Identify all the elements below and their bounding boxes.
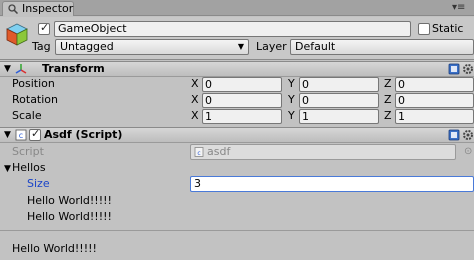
layer-label: Layer <box>256 40 287 53</box>
foldout-down-icon[interactable]: ▼ <box>4 129 14 141</box>
layer-dropdown[interactable]: Default <box>290 39 474 55</box>
panel-menu-icon[interactable]: ▾≡ <box>452 2 466 13</box>
tab-bar: Inspector ▾≡ <box>0 0 474 16</box>
axis-y-label[interactable]: Y <box>288 108 295 124</box>
static-label: Static <box>432 22 464 35</box>
axis-x-label[interactable]: X <box>191 76 199 92</box>
gear-icon[interactable] <box>462 129 474 141</box>
axis-y-label[interactable]: Y <box>288 76 295 92</box>
chevron-down-icon: ▼ <box>237 42 244 51</box>
position-z-field[interactable]: 0 <box>395 77 474 92</box>
script-file-icon: c <box>194 147 204 157</box>
script-component-header[interactable]: ▼ c Asdf (Script) <box>0 127 474 143</box>
name-field[interactable]: GameObject <box>54 21 411 37</box>
axis-z-label[interactable]: Z <box>384 108 392 124</box>
object-picker-icon[interactable]: ⊙ <box>464 146 472 157</box>
help-book-icon[interactable] <box>448 63 460 75</box>
divider <box>0 230 474 231</box>
tag-label: Tag <box>32 40 51 53</box>
svg-text:c: c <box>197 150 200 157</box>
size-field[interactable]: 3 <box>190 176 474 192</box>
transform-title: Transform <box>42 62 105 75</box>
scale-x-field[interactable]: 1 <box>202 109 282 124</box>
rotation-y-field[interactable]: 0 <box>299 93 379 108</box>
script-value: asdf <box>207 145 231 158</box>
position-label: Position <box>12 77 55 90</box>
tag-value: Untagged <box>60 40 114 53</box>
rotation-label: Rotation <box>12 93 59 106</box>
layer-value: Default <box>295 40 336 53</box>
svg-text:c: c <box>19 131 23 140</box>
gear-icon[interactable] <box>462 63 474 75</box>
axis-z-label[interactable]: Z <box>384 76 392 92</box>
inspector-icon <box>8 4 18 14</box>
script-label: Script <box>12 145 44 158</box>
script-component-title: Asdf (Script) <box>44 128 123 141</box>
position-x-field[interactable]: 0 <box>202 77 282 92</box>
help-book-icon[interactable] <box>448 129 460 141</box>
rotation-x-field[interactable]: 0 <box>202 93 282 108</box>
tag-dropdown[interactable]: Untagged ▼ <box>55 39 249 55</box>
axis-y-label[interactable]: Y <box>288 92 295 108</box>
foldout-down-icon[interactable]: ▼ <box>4 63 14 75</box>
static-checkbox[interactable] <box>418 23 430 35</box>
tab-inspector[interactable]: Inspector <box>2 1 74 16</box>
scale-y-field[interactable]: 1 <box>299 109 379 124</box>
script-object-field: c asdf <box>190 144 456 160</box>
scale-label: Scale <box>12 109 42 122</box>
gameobject-icon <box>6 23 28 46</box>
transform-header[interactable]: ▼ Transform <box>0 61 474 77</box>
script-icon: c <box>15 129 27 141</box>
hellos-label[interactable]: Hellos <box>12 160 46 176</box>
script-enabled-checkbox[interactable] <box>29 127 41 141</box>
scale-z-field[interactable]: 1 <box>395 109 474 124</box>
active-checkbox[interactable] <box>38 21 50 35</box>
tab-label: Inspector <box>22 2 74 15</box>
position-y-field[interactable]: 0 <box>299 77 379 92</box>
axis-x-label[interactable]: X <box>191 92 199 108</box>
element-1-label: Hello World!!!!! <box>27 210 112 223</box>
axis-x-label[interactable]: X <box>191 108 199 124</box>
element-0-label: Hello World!!!!! <box>27 194 112 207</box>
rotation-z-field[interactable]: 0 <box>395 93 474 108</box>
transform-icon <box>15 64 27 74</box>
hello-world-label: Hello World!!!!! <box>12 242 97 255</box>
size-label: Size <box>27 177 50 190</box>
axis-z-label[interactable]: Z <box>384 92 392 108</box>
